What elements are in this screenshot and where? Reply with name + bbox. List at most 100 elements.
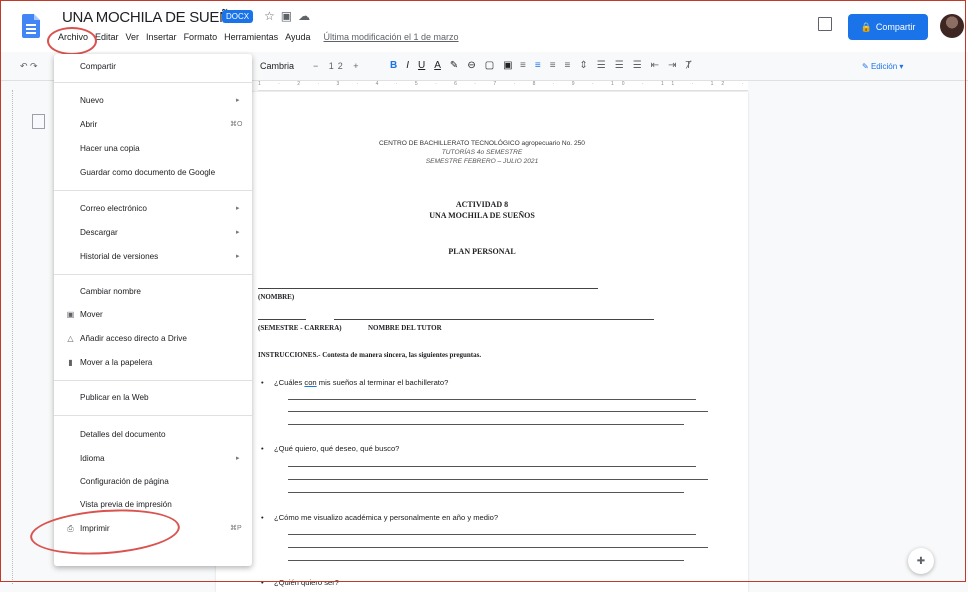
- indent-icon[interactable]: ⇤: [651, 60, 659, 71]
- last-edit-link[interactable]: Última modificación el 1 de marzo: [323, 32, 458, 42]
- menu-divider: [54, 82, 252, 83]
- menu-item-configuracion[interactable]: Configuración de página: [80, 475, 169, 489]
- menu-insertar[interactable]: Insertar: [146, 32, 177, 42]
- align-left-icon[interactable]: ≡: [520, 60, 526, 71]
- link-icon[interactable]: ⊖: [467, 60, 475, 71]
- menu-item-label: Compartir: [80, 62, 116, 71]
- menu-ver[interactable]: Ver: [126, 32, 140, 42]
- menu-item-idioma[interactable]: Idioma ▸: [80, 452, 240, 466]
- editing-mode-select[interactable]: ✎ Edición ▾: [862, 62, 903, 71]
- underline-icon[interactable]: U: [418, 60, 425, 71]
- menu-item-mover[interactable]: ▣ Mover: [67, 308, 103, 322]
- comment-add-icon[interactable]: ▢: [485, 60, 494, 71]
- question-1: ¿Cuáles con mis sueños al terminar el ba…: [261, 378, 449, 387]
- drive-shortcut-icon: △: [67, 334, 74, 343]
- explore-icon: ✚: [916, 555, 926, 567]
- text-color-icon[interactable]: A: [434, 60, 441, 71]
- answer-line: [288, 547, 708, 548]
- menu-item-label: Vista previa de impresión: [80, 500, 172, 509]
- menu-formato[interactable]: Formato: [184, 32, 218, 42]
- menu-item-abrir[interactable]: Abrir ⌘O: [80, 118, 242, 132]
- checklist-icon[interactable]: ☰: [597, 60, 606, 71]
- horizontal-ruler[interactable]: 1 · 2 · 3 · 4 · 5 · 6 · 7 · 8 · 9 · 10 ·…: [258, 81, 748, 91]
- menu-item-publicar[interactable]: Publicar en la Web: [80, 391, 149, 405]
- school-header: CENTRO DE BACHILLERATO TECNOLÓGICO agrop…: [379, 140, 585, 147]
- document-page[interactable]: CENTRO DE BACHILLERATO TECNOLÓGICO agrop…: [216, 92, 748, 592]
- menu-item-label: Añadir acceso directo a Drive: [80, 334, 187, 343]
- italic-icon[interactable]: I: [406, 60, 409, 71]
- activity-number: ACTIVIDAD 8: [455, 200, 509, 209]
- instructions-bold: INSTRUCCIONES.-: [258, 351, 321, 359]
- menu-divider: [54, 380, 252, 381]
- undo-icon[interactable]: ↶ ↷: [20, 61, 38, 72]
- menu-item-correo[interactable]: Correo electrónico ▸: [80, 202, 240, 216]
- menu-herramientas[interactable]: Herramientas: [224, 32, 278, 42]
- menu-item-label: Abrir: [80, 120, 98, 129]
- image-icon[interactable]: ▣: [503, 60, 512, 71]
- menu-item-papelera[interactable]: ▮ Mover a la papelera: [68, 356, 153, 370]
- menu-item-label: Mover a la papelera: [80, 358, 153, 367]
- align-right-icon[interactable]: ≡: [550, 60, 556, 71]
- share-button[interactable]: 🔒 Compartir: [848, 14, 928, 40]
- clear-format-icon[interactable]: Ⱦ: [685, 60, 691, 71]
- answer-line: [288, 479, 708, 480]
- docs-logo-icon[interactable]: [22, 14, 40, 38]
- share-label: Compartir: [875, 22, 916, 32]
- q1-spelling-flag[interactable]: con: [304, 378, 316, 387]
- menu-item-label: Publicar en la Web: [80, 393, 149, 402]
- explore-button[interactable]: ✚: [908, 548, 934, 574]
- name-label: (NOMBRE): [258, 293, 295, 301]
- tutor-line: [334, 319, 654, 320]
- menu-editar[interactable]: Editar: [95, 32, 119, 42]
- menu-item-label: Descargar: [80, 228, 118, 237]
- bullet-list-icon[interactable]: ☰: [615, 60, 624, 71]
- menu-item-hacer-copia[interactable]: Hacer una copia: [80, 142, 140, 156]
- menu-item-guardar-google[interactable]: Guardar como documento de Google: [80, 166, 215, 180]
- bold-icon[interactable]: B: [390, 60, 397, 71]
- star-icon[interactable]: ☆: [264, 9, 281, 23]
- font-select[interactable]: Cambria: [260, 61, 294, 71]
- justify-icon[interactable]: ≡: [565, 60, 571, 71]
- document-outline-icon[interactable]: [32, 114, 45, 129]
- menu-item-descargar[interactable]: Descargar ▸: [80, 226, 240, 240]
- annotation-circle-archivo: [47, 27, 97, 55]
- file-menu: Compartir Nuevo ▸ Abrir ⌘O Hacer una copia…: [54, 54, 252, 566]
- menu-item-acceso-directo[interactable]: △ Añadir acceso directo a Drive: [67, 332, 187, 346]
- paragraph-buttons: ≡ ≡ ≡ ≡ ⇕ ☰ ☰ ☰ ⇤ ⇥ Ⱦ: [520, 60, 692, 71]
- semester-label: (SEMESTRE - CARRERA): [258, 324, 342, 332]
- menu-item-label: Detalles del documento: [80, 430, 166, 439]
- font-size-value: 12: [328, 61, 347, 71]
- menu-item-label: Guardar como documento de Google: [80, 168, 216, 177]
- menu-item-compartir[interactable]: Compartir: [80, 60, 116, 74]
- q1-part-a: ¿Cuáles: [274, 378, 303, 387]
- question-3: ¿Cómo me visualizo académica y personalm…: [261, 513, 498, 522]
- menu-shortcut: ⌘O: [230, 121, 243, 128]
- menu-item-cambiar-nombre[interactable]: Cambiar nombre: [80, 285, 141, 299]
- menu-item-nuevo[interactable]: Nuevo ▸: [80, 94, 240, 108]
- folder-move-icon[interactable]: ▣: [281, 9, 298, 23]
- align-center-icon[interactable]: ≡: [535, 60, 541, 71]
- highlight-icon[interactable]: ✎: [450, 60, 458, 71]
- submenu-arrow-icon: ▸: [236, 229, 240, 236]
- cloud-status-icon[interactable]: ☁: [298, 9, 316, 23]
- menu-item-historial[interactable]: Historial de versiones ▸: [80, 250, 240, 264]
- submenu-arrow-icon: ▸: [236, 97, 240, 104]
- comment-history-icon[interactable]: [818, 17, 832, 31]
- menu-ayuda[interactable]: Ayuda: [285, 32, 310, 42]
- answer-line: [288, 411, 708, 412]
- menu-divider: [54, 415, 252, 416]
- name-line: [258, 288, 598, 289]
- menu-item-detalles[interactable]: Detalles del documento: [80, 428, 166, 442]
- outdent-icon[interactable]: ⇥: [668, 60, 676, 71]
- menu-item-label: Configuración de página: [80, 477, 169, 486]
- menu-shortcut: ⌘P: [230, 525, 242, 532]
- q1-part-c: mis sueños al terminar el bachillerato?: [318, 378, 449, 387]
- numbered-list-icon[interactable]: ☰: [633, 60, 642, 71]
- submenu-arrow-icon: ▸: [236, 253, 240, 260]
- avatar[interactable]: [940, 14, 964, 38]
- menu-item-label: Historial de versiones: [80, 252, 159, 261]
- vertical-ruler[interactable]: [8, 90, 13, 584]
- font-size-field[interactable]: − 12 +: [313, 61, 363, 71]
- activity-title: UNA MOCHILA DE SUEÑOS: [429, 211, 535, 220]
- line-spacing-icon[interactable]: ⇕: [579, 60, 587, 71]
